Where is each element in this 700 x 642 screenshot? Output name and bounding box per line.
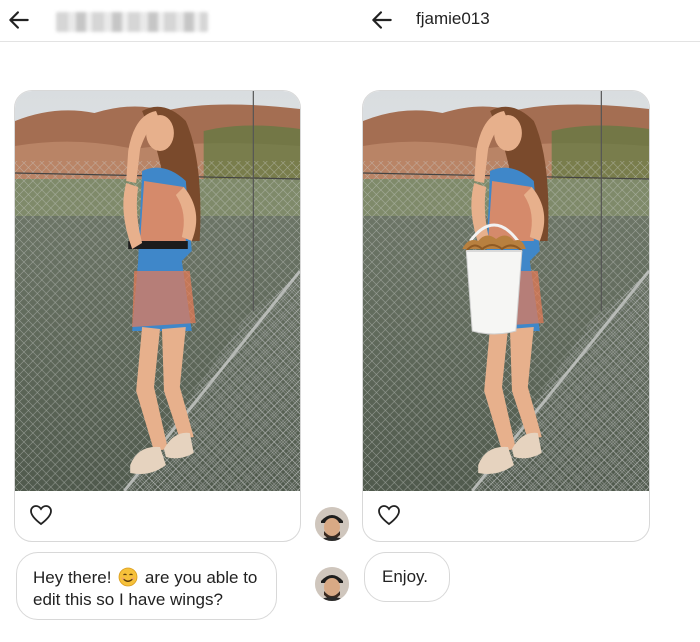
smiling-face-emoji-icon [118,567,138,587]
conversation-pane-right: fjamie013 Enjoy. [350,0,700,642]
conversation-pane-left: Hey there! are you able to edit this so … [0,0,350,642]
message-text-part1: Hey there! [33,568,112,587]
message-bubble-reply: Enjoy. [364,552,450,602]
chat-username[interactable]: fjamie013 [416,9,490,29]
user-avatar-icon [315,507,349,541]
avatar[interactable] [315,507,349,541]
message-bubble-request: Hey there! are you able to edit this so … [16,552,277,620]
heart-outline-icon[interactable] [377,504,401,526]
message-text: Enjoy. [382,567,428,586]
blurred-username [56,12,208,32]
heart-outline-icon[interactable] [29,504,53,526]
chat-header: fjamie013 [350,0,700,42]
shared-post-card[interactable] [362,90,650,542]
arrow-left-icon[interactable] [369,7,395,33]
post-photo[interactable] [363,91,649,491]
user-avatar-icon [315,567,349,601]
post-photo[interactable] [15,91,300,491]
arrow-left-icon[interactable] [6,7,32,33]
shared-post-card[interactable] [14,90,301,542]
avatar[interactable] [315,567,349,601]
chat-header [0,0,350,42]
